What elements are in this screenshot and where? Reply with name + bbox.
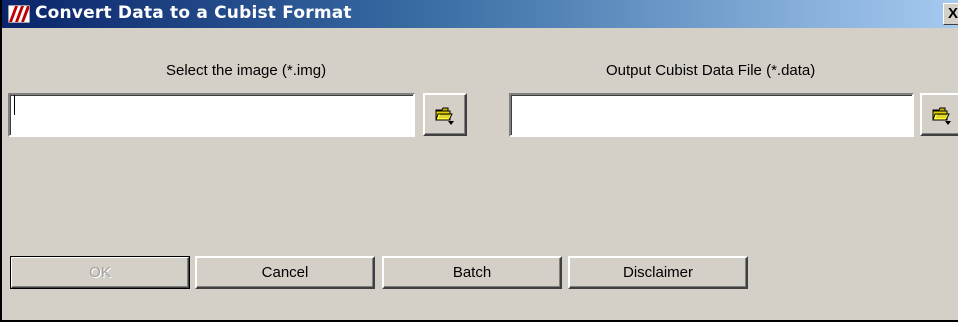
folder-open-icon <box>435 107 454 125</box>
ok-button[interactable]: OK <box>10 256 190 289</box>
text-caret <box>14 95 15 115</box>
close-icon: X <box>948 5 958 22</box>
folder-open-icon <box>932 107 951 125</box>
convert-dialog: Convert Data to a Cubist Format X Select… <box>0 0 958 322</box>
batch-button[interactable]: Batch <box>382 256 562 289</box>
browse-output-button[interactable] <box>920 93 958 136</box>
image-path-input[interactable] <box>8 93 415 137</box>
app-logo-icon <box>8 5 30 23</box>
close-button[interactable]: X <box>943 3 958 25</box>
output-file-label: Output Cubist Data File (*.data) <box>606 62 816 79</box>
select-image-label: Select the image (*.img) <box>166 62 327 79</box>
cancel-button[interactable]: Cancel <box>195 256 375 289</box>
window-title: Convert Data to a Cubist Format <box>35 3 352 23</box>
title-bar[interactable]: Convert Data to a Cubist Format X <box>2 0 958 28</box>
disclaimer-button[interactable]: Disclaimer <box>568 256 748 289</box>
output-file-input[interactable] <box>509 93 914 137</box>
browse-image-button[interactable] <box>423 93 467 136</box>
